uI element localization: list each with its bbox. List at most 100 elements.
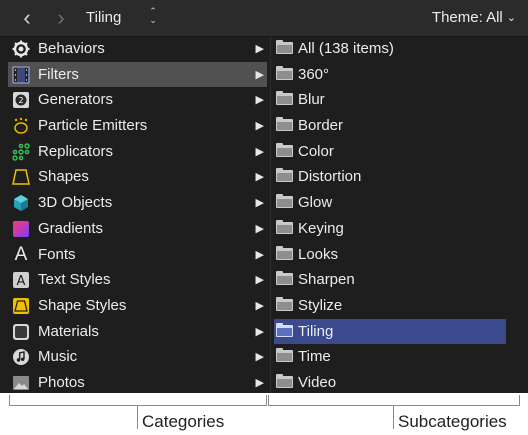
gear-icon <box>12 40 30 58</box>
disclosure-arrow-icon: ▶ <box>255 351 264 364</box>
subcategory-label: Video <box>298 373 337 391</box>
folder-icon <box>276 65 293 80</box>
subcategory-item[interactable]: Glow <box>274 190 514 216</box>
folder-icon <box>276 348 293 363</box>
chevron-left-icon[interactable]: ‹ <box>16 5 38 31</box>
category-item-shapes[interactable]: Shapes ▶ <box>8 164 267 190</box>
subcategory-label: 360° <box>298 65 330 83</box>
category-label: Behaviors <box>38 40 105 57</box>
category-item-music[interactable]: Music ▶ <box>8 344 267 370</box>
breadcrumb-stepper-icon[interactable]: ⌃ ⌄ <box>146 7 160 27</box>
photo-icon <box>12 374 30 392</box>
gradient-icon <box>12 220 30 238</box>
category-list: Behaviors ▶ Filters ▶ 2 Generators ▶ Par… <box>8 36 267 396</box>
disclosure-arrow-icon: ▶ <box>255 325 264 338</box>
subcategory-item[interactable]: Time <box>274 344 514 370</box>
subcategory-label: Tiling <box>298 322 334 340</box>
generator-icon: 2 <box>12 91 30 109</box>
music-icon <box>12 348 30 366</box>
category-label: Replicators <box>38 142 114 160</box>
subcategory-label: Border <box>298 117 344 135</box>
disclosure-arrow-icon: ▶ <box>255 248 264 261</box>
font-icon: A <box>14 243 28 265</box>
folder-icon <box>276 117 293 132</box>
subcategory-label: Glow <box>298 194 333 212</box>
categories-leader-line <box>137 405 138 429</box>
folder-icon <box>276 194 293 209</box>
category-label: Particle Emitters <box>38 117 148 135</box>
category-item-3d-objects[interactable]: 3D Objects ▶ <box>8 190 267 216</box>
film-strip-icon <box>12 66 30 84</box>
breadcrumb[interactable]: Tiling <box>86 9 121 27</box>
subcategory-item[interactable]: Color <box>274 139 514 165</box>
material-icon <box>12 323 30 341</box>
subcategory-item-selected[interactable]: Tiling <box>274 318 506 345</box>
category-item-shape-styles[interactable]: Shape Styles ▶ <box>8 293 267 319</box>
folder-icon <box>276 245 293 260</box>
subcategory-item[interactable]: Looks <box>274 242 514 268</box>
disclosure-arrow-icon: ▶ <box>255 94 264 107</box>
subcategory-item[interactable]: 360° <box>274 62 514 88</box>
browser-toolbar: ‹ › Tiling ⌃ ⌄ Theme: All ⌄ <box>0 0 528 37</box>
library-browser: ‹ › Tiling ⌃ ⌄ Theme: All ⌄ Behaviors ▶ Fi… <box>0 0 528 393</box>
subcategories-bracket <box>268 395 520 406</box>
subcategory-item[interactable]: Video <box>274 370 514 396</box>
folder-icon <box>276 168 293 183</box>
folder-icon <box>276 296 293 311</box>
subcategory-item[interactable]: Stylize <box>274 293 514 319</box>
disclosure-arrow-icon: ▶ <box>255 299 264 312</box>
disclosure-arrow-icon: ▶ <box>255 222 264 235</box>
category-item-generators[interactable]: 2 Generators ▶ <box>8 87 267 113</box>
folder-icon <box>276 322 293 337</box>
subcategory-label: Time <box>298 348 331 366</box>
cube-icon <box>12 194 30 212</box>
subcategory-label: Stylize <box>298 296 343 314</box>
category-item-replicators[interactable]: Replicators ▶ <box>8 139 267 165</box>
disclosure-arrow-icon: ▶ <box>255 376 264 389</box>
category-label: Music <box>38 348 78 366</box>
subcategory-item[interactable]: Distortion <box>274 164 514 190</box>
subcategory-label: Keying <box>298 219 344 237</box>
subcategory-label: All (138 items) <box>298 40 394 57</box>
chevron-down-icon: ⌄ <box>506 12 516 24</box>
category-item-photos[interactable]: Photos ▶ <box>8 370 267 396</box>
category-item-particle-emitters[interactable]: Particle Emitters ▶ <box>8 113 267 139</box>
subcategory-item[interactable]: Border <box>274 113 514 139</box>
disclosure-arrow-icon: ▶ <box>255 197 264 210</box>
category-label: Filters <box>38 65 79 83</box>
disclosure-arrow-icon: ▶ <box>255 68 264 81</box>
subcategory-label: Looks <box>298 245 339 263</box>
subcategory-label: Sharpen <box>298 271 355 289</box>
category-item-text-styles[interactable]: A Text Styles ▶ <box>8 267 267 293</box>
svg-text:2: 2 <box>18 96 23 105</box>
disclosure-arrow-icon: ▶ <box>255 43 264 55</box>
subcategory-label: Color <box>298 142 334 160</box>
subcategory-label: Blur <box>298 91 325 109</box>
categories-callout: Categories <box>142 412 225 431</box>
folder-icon <box>276 271 293 286</box>
shape-style-icon <box>12 297 30 315</box>
category-label: 3D Objects <box>38 194 113 212</box>
category-label: Photos <box>38 373 85 391</box>
subcategory-item[interactable]: Blur <box>274 87 514 113</box>
svg-text:A: A <box>17 274 26 289</box>
disclosure-arrow-icon: ▶ <box>255 145 264 158</box>
category-item-filters[interactable]: Filters ▶ <box>8 61 267 88</box>
disclosure-arrow-icon: ▶ <box>255 120 264 133</box>
category-item-gradients[interactable]: Gradients ▶ <box>8 216 267 242</box>
category-item-behaviors[interactable]: Behaviors ▶ <box>8 36 267 62</box>
category-item-materials[interactable]: Materials ▶ <box>8 319 267 345</box>
folder-icon <box>276 91 293 106</box>
theme-popup[interactable]: Theme: All ⌄ <box>432 9 516 27</box>
subcategory-item[interactable]: Sharpen <box>274 267 514 293</box>
particle-emitter-icon <box>12 117 30 135</box>
disclosure-arrow-icon: ▶ <box>255 171 264 184</box>
category-item-fonts[interactable]: A Fonts ▶ <box>8 242 267 268</box>
category-label: Generators <box>38 91 114 109</box>
folder-icon <box>276 219 293 234</box>
subcategory-item[interactable]: Keying <box>274 216 514 242</box>
text-style-icon: A <box>12 271 30 289</box>
chevron-right-icon[interactable]: › <box>50 5 72 31</box>
subcategory-item[interactable]: All (138 items) <box>274 36 514 62</box>
column-divider[interactable] <box>270 36 271 393</box>
